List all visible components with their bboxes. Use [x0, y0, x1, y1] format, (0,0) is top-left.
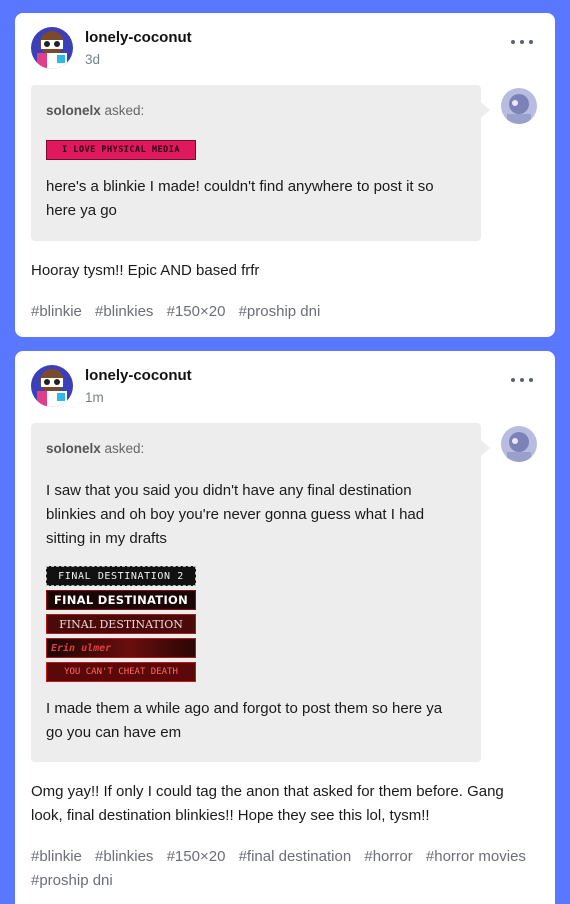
blinkie-image: I LOVE PHYSICAL MEDIA [46, 140, 196, 160]
tag[interactable]: #final destination [239, 848, 352, 865]
tag[interactable]: #horror [364, 848, 412, 865]
ask-question-text: I saw that you said you didn't have any … [46, 482, 425, 547]
asked-label: asked: [104, 441, 145, 456]
tag[interactable]: #blinkie [31, 303, 82, 320]
tag-list: #blinkie #blinkies #150×20 #final destin… [31, 845, 536, 893]
post-timestamp[interactable]: 1m [85, 390, 104, 405]
tag[interactable]: #blinkies [95, 848, 153, 865]
username[interactable]: lonely-coconut [85, 29, 192, 46]
post-card: lonely-coconut 3d solonelx asked: I LOVE… [15, 13, 555, 337]
more-options-icon[interactable] [511, 377, 533, 383]
tag-list: #blinkie #blinkies #150×20 #proship dni [31, 300, 536, 324]
tag[interactable]: #blinkies [95, 303, 153, 320]
asker-line: solonelx asked: [46, 103, 144, 118]
blinkie-image: FINAL DESTINATION 2 [46, 566, 196, 586]
tag[interactable]: #blinkie [31, 848, 82, 865]
ask-tail [481, 102, 490, 118]
ask-box: solonelx asked: I saw that you said you … [31, 423, 481, 762]
user-avatar[interactable] [31, 365, 73, 407]
blinkie-image: YOU CAN'T CHEAT DEATH [46, 662, 196, 682]
ask-followup-text: I made them a while ago and forgot to po… [46, 700, 443, 741]
more-options-icon[interactable] [511, 39, 533, 45]
username[interactable]: lonely-coconut [85, 367, 192, 384]
tag[interactable]: #150×20 [167, 303, 226, 320]
blinkie-image: Erin ulmer [46, 638, 196, 658]
post-reply-text: Omg yay!! If only I could tag the anon t… [31, 783, 504, 824]
tag[interactable]: #horror movies [426, 848, 526, 865]
asker-avatar[interactable] [501, 426, 537, 462]
ask-tail [481, 440, 490, 456]
tag[interactable]: #proship dni [239, 303, 321, 320]
asker-avatar[interactable] [501, 88, 537, 124]
asked-label: asked: [104, 103, 145, 118]
ask-box: solonelx asked: I LOVE PHYSICAL MEDIA he… [31, 85, 481, 241]
tag[interactable]: #150×20 [167, 848, 226, 865]
tag[interactable]: #proship dni [31, 872, 113, 889]
post-timestamp[interactable]: 3d [85, 52, 100, 67]
asker-name[interactable]: solonelx [46, 441, 101, 456]
ask-question-text: here's a blinkie I made! couldn't find a… [46, 178, 434, 219]
asker-name[interactable]: solonelx [46, 103, 101, 118]
blinkie-image: FINAL DESTINATION [46, 614, 196, 634]
post-card: lonely-coconut 1m solonelx asked: I saw … [15, 351, 555, 904]
user-avatar[interactable] [31, 27, 73, 69]
blinkie-image: FINAL DESTINATION [46, 590, 196, 610]
asker-line: solonelx asked: [46, 441, 144, 456]
post-reply-text: Hooray tysm!! Epic AND based frfr [31, 262, 260, 279]
